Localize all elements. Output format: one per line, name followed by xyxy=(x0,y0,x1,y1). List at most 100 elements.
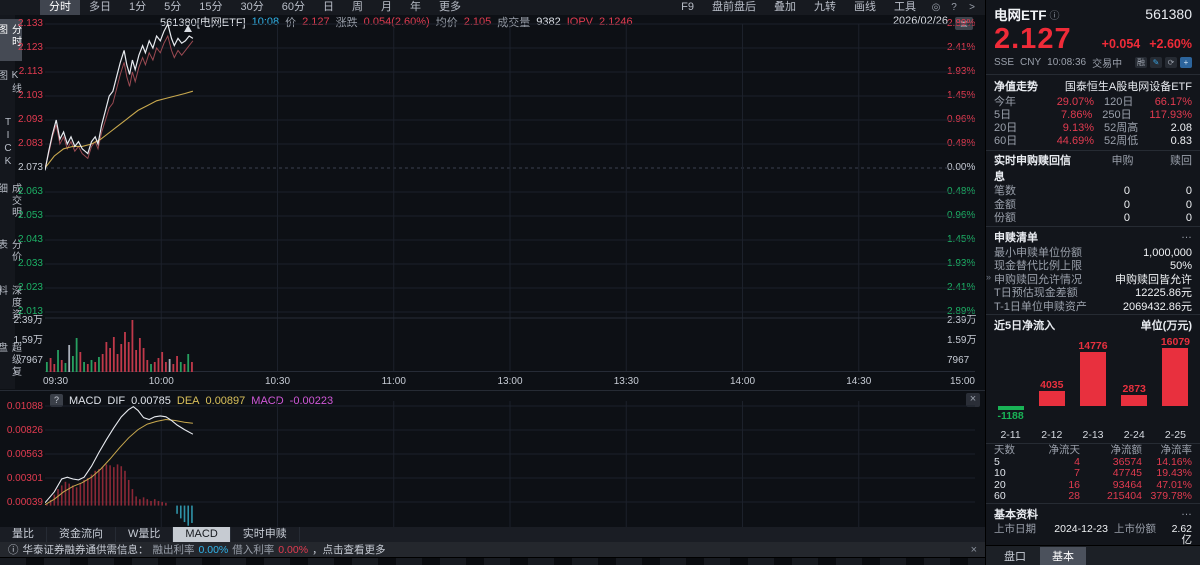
period-tab-1分[interactable]: 1分 xyxy=(120,0,155,15)
sr-list-row: 申购赎回允许情况 申购赎回皆允许 xyxy=(986,274,1200,288)
macd-chart[interactable] xyxy=(45,397,975,529)
borrow-rate-label: 借入利率 xyxy=(232,544,275,556)
sr-list-label: 申购赎回允许情况 xyxy=(994,273,1082,286)
toolbar-button-叠加[interactable]: 叠加 xyxy=(765,0,805,15)
indicator-tab-量比[interactable]: 量比 xyxy=(0,527,47,542)
time-tick: 10:30 xyxy=(264,376,291,387)
netflow-column: -1188 xyxy=(990,335,1031,429)
time-tick: 09:30 xyxy=(43,376,69,387)
subscribe-title: 实时申购赎回信息 xyxy=(994,155,1071,183)
minute-chart[interactable] xyxy=(45,22,975,372)
period-tab-月[interactable]: 月 xyxy=(372,0,401,15)
close-icon[interactable]: × xyxy=(971,544,977,556)
perf-value: 44.69% xyxy=(1056,135,1094,147)
toolbar-button-盘前盘后[interactable]: 盘前盘后 xyxy=(703,0,765,15)
quote-tab-基本[interactable]: 基本 xyxy=(1040,546,1086,565)
target-icon[interactable]: ◎ xyxy=(929,2,943,13)
netflow-date: 2-12 xyxy=(1041,429,1063,441)
sr-list-value: 12225.86元 xyxy=(1135,287,1192,299)
subscribe-col: 申购 xyxy=(1111,155,1134,167)
period-toolbar: 分时 多日 1分 5分 15分 30分 60分日周月年更多 F9 盘前盘后 叠加 九转 画线 工具 ◎?… xyxy=(0,0,985,15)
netflow-table-header: 天数 净流天 净流额 净流率 xyxy=(986,444,1200,457)
help-icon[interactable]: ? xyxy=(947,2,961,13)
subscribe-row-label: 份额 xyxy=(994,212,1016,224)
netflow-value: 4035 xyxy=(1040,378,1064,391)
price-tick: 2.113 xyxy=(18,66,43,77)
cell: 7 xyxy=(1074,467,1080,479)
time-tick: 13:30 xyxy=(613,376,639,387)
netflow-title: 近5日净流入 xyxy=(994,320,1056,332)
toolbar-button-工具[interactable]: 工具 xyxy=(885,0,925,15)
quote-action-icons: 融 ✎ ⟳ + xyxy=(1135,57,1192,68)
period-tab-多日[interactable]: 多日 xyxy=(80,0,120,15)
sr-list-value: 50% xyxy=(1169,260,1192,272)
subscribe-row-label: 金额 xyxy=(994,198,1016,211)
margin-icon[interactable]: 融 xyxy=(1135,57,1147,68)
perf-value: 117.93% xyxy=(1149,109,1193,121)
sr-list-section: 申赎清单 … 最小申赎单位份额 1,000,000 现金替代比例上限 50% 申购赎回允许情… xyxy=(986,225,1200,315)
sr-list-title: 申赎清单 xyxy=(994,231,1038,244)
indicator-tab-资金流向[interactable]: 资金流向 xyxy=(47,527,116,542)
price-tick: 2.093 xyxy=(17,114,43,125)
perf-value: 9.13% xyxy=(1062,122,1094,134)
indicator-tab-W量比[interactable]: W量比 xyxy=(116,527,174,542)
perf-value: 2.08 xyxy=(1170,122,1192,134)
subscribe-value: 0 xyxy=(1123,212,1130,224)
perf-value: 66.17% xyxy=(1154,96,1192,108)
netflow-value: 2873 xyxy=(1122,383,1146,396)
sr-list-label: 现金替代比例上限 xyxy=(994,260,1082,272)
time-tick: 10:00 xyxy=(148,376,174,387)
change-pct: +2.60% xyxy=(1149,37,1192,51)
cell: 10 xyxy=(994,467,1006,479)
subscribe-row: 笔数 0 0 xyxy=(986,185,1200,199)
basics-row: 上市日期 2024-12-23 上市份额 2.62亿 xyxy=(986,523,1200,548)
more-button[interactable]: … xyxy=(1181,229,1192,245)
period-tab-年[interactable]: 年 xyxy=(401,0,430,15)
bottom-taskbar-strip xyxy=(0,557,985,565)
sr-list-row: T-1日单位申赎资产 2069432.86元 xyxy=(986,301,1200,315)
perf-label: 20日 xyxy=(994,122,1018,134)
indicator-tab-bar: 量比 资金流向 W量比 MACD 实时申赎 xyxy=(0,527,985,542)
trading-status: 交易中 xyxy=(1092,59,1123,70)
price-tick: 2.023 xyxy=(17,282,43,293)
redeem-value: 0 xyxy=(1185,198,1192,211)
perf-label: 120日 xyxy=(1104,96,1134,108)
edit-icon[interactable]: ✎ xyxy=(1150,57,1162,68)
more-button[interactable]: … xyxy=(1181,506,1192,522)
performance-table: 今年 29.07% 120日 66.17% 5日 7.86% 250日 117.93% 20日 9… xyxy=(986,96,1200,148)
netflow-table-row: 10 7 47745 19.43% xyxy=(986,467,1200,480)
netflow-bar xyxy=(1121,395,1148,406)
indicator-tab-MACD[interactable]: MACD xyxy=(173,527,231,542)
netflow-column: 16079 xyxy=(1155,335,1196,429)
perf-value: 0.83 xyxy=(1170,135,1192,147)
add-icon[interactable]: + xyxy=(1180,57,1192,68)
expand-icon[interactable]: > xyxy=(965,2,979,13)
quote-panel: » 电网ETF ⓘ 561380 2.127 +0.054 +2.60% SSE… xyxy=(985,0,1200,565)
nav-trend-title: 净值走势 xyxy=(994,81,1038,93)
price-tick: 2.103 xyxy=(17,90,43,101)
basics-header: 基本资料… xyxy=(986,502,1200,524)
performance-row: 今年 29.07% 120日 66.17% xyxy=(986,96,1200,109)
perf-label: 5日 xyxy=(994,109,1012,121)
period-tab-分时[interactable]: 分时 xyxy=(40,0,80,15)
redeem-value: 0 xyxy=(1185,212,1192,224)
macd-tick: 0.01088 xyxy=(6,401,43,412)
performance-row: 5日 7.86% 250日 117.93% xyxy=(986,109,1200,122)
cell: 215404 xyxy=(1106,490,1142,502)
info-icon[interactable]: ⓘ xyxy=(1050,7,1060,22)
macd-tick: 0.00039 xyxy=(6,497,43,508)
toolbar-button-F9[interactable]: F9 xyxy=(672,0,703,15)
indicator-tab-实时申赎[interactable]: 实时申赎 xyxy=(231,527,300,542)
panel-collapse-handle[interactable]: » xyxy=(986,272,991,282)
notice-more-link[interactable]: ，点击查看更多 xyxy=(312,542,386,557)
notice-bar[interactable]: ⓘ 华泰证券融券通供需信息： 融出利率 0.00% 借入利率 0.00% ，点击… xyxy=(0,542,985,557)
column-header: 净流天 xyxy=(1048,444,1081,456)
toolbar-button-画线[interactable]: 画线 xyxy=(845,0,885,15)
subscribe-section: 实时申购赎回信息 申购 赎回 笔数 0 0 金额 0 0 份额 0 0 xyxy=(986,150,1200,226)
refresh-icon[interactable]: ⟳ xyxy=(1165,57,1177,68)
netflow-stats-table: 天数 净流天 净流额 净流率 5 4 36574 14.16% 10 7 47745 19.43% 20… xyxy=(986,444,1200,503)
subscribe-row-label: 笔数 xyxy=(994,185,1016,197)
macd-tick: 0.00826 xyxy=(6,425,43,436)
toolbar-button-九转[interactable]: 九转 xyxy=(805,0,845,15)
quote-tab-盘口[interactable]: 盘口 xyxy=(992,547,1038,565)
